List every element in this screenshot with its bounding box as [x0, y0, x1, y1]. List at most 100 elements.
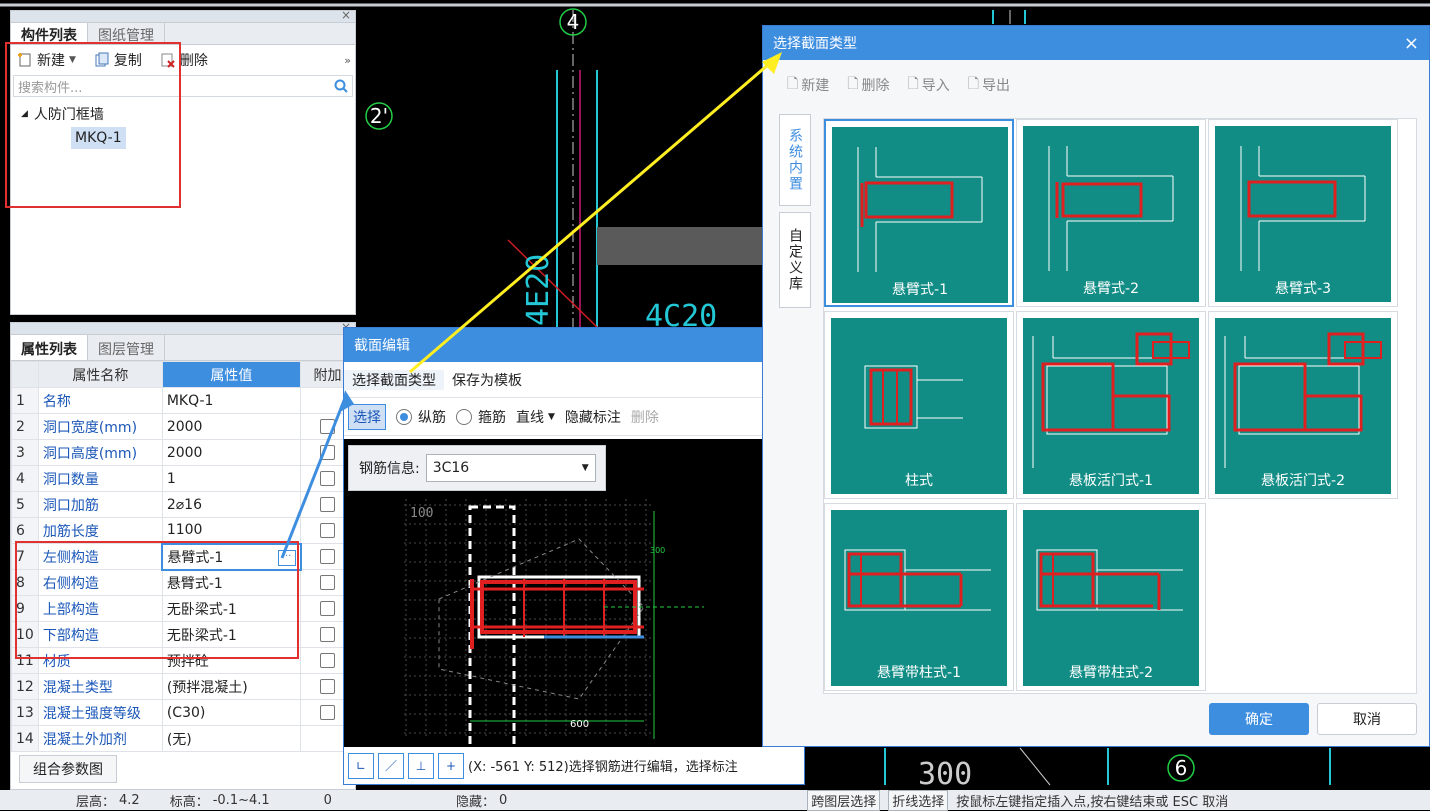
- side-tab-custom[interactable]: 自定义库: [779, 212, 811, 308]
- checkbox[interactable]: [320, 419, 335, 434]
- cross-layer-button[interactable]: 跨图层选择: [807, 789, 881, 811]
- card-cantilever-column-1[interactable]: 悬臂带柱式-1: [824, 503, 1014, 691]
- table-row[interactable]: 11 材质 预拌砼: [11, 647, 355, 674]
- more-icon[interactable]: »: [344, 54, 351, 67]
- tab-drawing-management[interactable]: 图纸管理: [88, 23, 165, 44]
- table-row[interactable]: 13 混凝土强度等级 (C30): [11, 699, 355, 726]
- checkbox[interactable]: [320, 523, 335, 538]
- search-placeholder: 搜索构件...: [18, 80, 83, 96]
- dialog-export-button[interactable]: 🗋 导出: [968, 73, 1010, 97]
- combo-param-button[interactable]: 组合参数图: [19, 755, 117, 783]
- snap-perp-icon[interactable]: ⊥: [408, 752, 434, 779]
- search-icon[interactable]: [334, 79, 348, 93]
- checkbox[interactable]: [320, 445, 335, 460]
- table-row[interactable]: 10 下部构造 无卧梁式-1: [11, 621, 355, 648]
- tab-property-list[interactable]: 属性列表: [11, 335, 88, 360]
- card-column[interactable]: 柱式: [824, 311, 1014, 499]
- dialog-delete-button[interactable]: 🗋 删除: [847, 73, 889, 97]
- export-icon: 🗋: [967, 76, 980, 92]
- tab-component-list[interactable]: 构件列表: [11, 23, 88, 44]
- row-value[interactable]: 1: [161, 465, 302, 492]
- row-value[interactable]: 2000: [161, 413, 302, 440]
- checkbox[interactable]: [320, 601, 335, 616]
- chevron-down-icon[interactable]: ▼: [69, 55, 76, 65]
- table-row[interactable]: 1 名称 MKQ-1: [11, 387, 355, 414]
- long-rebar-radio[interactable]: 纵筋: [396, 407, 446, 427]
- tree-group[interactable]: ◢ 人防门框墙: [21, 101, 355, 127]
- dialog-import-button[interactable]: 🗋 导入: [908, 73, 950, 97]
- section-edit-title[interactable]: 截面编辑: [344, 328, 804, 362]
- row-value[interactable]: 1100: [161, 517, 302, 544]
- copy-button[interactable]: 复制: [94, 50, 142, 70]
- dialog-titlebar[interactable]: 选择截面类型 ×: [763, 26, 1429, 60]
- checkbox[interactable]: [320, 653, 335, 668]
- tree-item-mkq-1[interactable]: MKQ-1: [71, 127, 126, 149]
- row-value[interactable]: MKQ-1: [161, 387, 302, 414]
- stirrup-radio[interactable]: 箍筋: [456, 407, 506, 427]
- ok-button[interactable]: 确定: [1209, 703, 1309, 735]
- polyline-button[interactable]: 折线选择: [888, 789, 949, 811]
- card-cantilever-2[interactable]: 悬臂式-2: [1016, 119, 1206, 307]
- checkbox[interactable]: [320, 575, 335, 590]
- hide-annotation-button[interactable]: 隐藏标注: [565, 407, 621, 427]
- table-row[interactable]: 14 混凝土外加剂 (无): [11, 725, 355, 752]
- hidden-label: 隐藏：: [455, 794, 495, 810]
- row-value[interactable]: 2⌀16: [161, 491, 302, 518]
- cancel-button[interactable]: 取消: [1317, 703, 1417, 735]
- select-section-type-menu[interactable]: 选择截面类型: [344, 369, 444, 390]
- checkbox[interactable]: [320, 497, 335, 512]
- panel-drag-strip[interactable]: ×: [11, 8, 355, 23]
- row-value[interactable]: 2000: [161, 439, 302, 466]
- table-row[interactable]: 8 右侧构造 悬臂式-1: [11, 569, 355, 596]
- close-icon[interactable]: ×: [341, 8, 351, 22]
- card-hanging-door-2[interactable]: 悬板活门式-2: [1208, 311, 1398, 499]
- delete-tool-button[interactable]: 删除: [631, 407, 659, 427]
- card-cantilever-1[interactable]: 悬臂式-1: [824, 119, 1014, 307]
- header-value[interactable]: 属性值: [161, 361, 302, 388]
- new-button[interactable]: 新建 ▼: [17, 50, 76, 70]
- checkbox[interactable]: [320, 471, 335, 486]
- tab-layer-management[interactable]: 图层管理: [88, 335, 165, 360]
- card-cantilever-3[interactable]: 悬臂式-3: [1208, 119, 1398, 307]
- table-row[interactable]: 9 上部构造 无卧梁式-1: [11, 595, 355, 622]
- row-value[interactable]: 悬臂式-1: [161, 569, 302, 596]
- row-value[interactable]: (C30): [161, 699, 302, 726]
- table-row[interactable]: 3 洞口高度(mm) 2000: [11, 439, 355, 466]
- line-dropdown[interactable]: 直线 ▼: [516, 407, 555, 427]
- checkbox[interactable]: [320, 549, 336, 564]
- row-value[interactable]: 无卧梁式-1: [161, 595, 302, 622]
- side-tab-builtin[interactable]: 系统内置: [779, 114, 811, 206]
- row-value[interactable]: 无卧梁式-1: [161, 621, 302, 648]
- rebar-info-select[interactable]: 3C16 ▼: [425, 454, 596, 482]
- panel-drag-strip-2[interactable]: ×: [11, 320, 355, 335]
- table-row[interactable]: 12 混凝土类型 (预拌混凝土): [11, 673, 355, 700]
- table-row[interactable]: 4 洞口数量 1: [11, 465, 355, 492]
- row-value[interactable]: (预拌混凝土): [161, 673, 302, 700]
- delete-button[interactable]: 删除: [160, 50, 208, 70]
- card-hanging-door-1[interactable]: 悬板活门式-1: [1016, 311, 1206, 499]
- select-tool-button[interactable]: 选择: [348, 403, 386, 430]
- dialog-new-button[interactable]: 🗋 新建: [787, 73, 829, 97]
- checkbox[interactable]: [320, 705, 335, 720]
- copy-icon: [95, 52, 109, 67]
- row-value[interactable]: 预拌砼: [161, 647, 302, 674]
- table-row[interactable]: 6 加筋长度 1100: [11, 517, 355, 544]
- side-tab-custom-label: 自定义库: [787, 228, 803, 292]
- table-row[interactable]: 7 左侧构造 悬臂式-1 ···: [11, 542, 355, 571]
- card-cantilever-column-2[interactable]: 悬臂带柱式-2: [1016, 503, 1206, 691]
- polar-icon[interactable]: ／: [378, 752, 404, 779]
- close-icon[interactable]: ×: [1404, 33, 1419, 54]
- row-value[interactable]: 悬臂式-1 ···: [161, 542, 302, 571]
- checkbox[interactable]: [320, 627, 335, 642]
- save-as-template-menu[interactable]: 保存为模板: [444, 370, 530, 390]
- ellipsis-button[interactable]: ···: [277, 549, 296, 566]
- row-value[interactable]: (无): [161, 725, 302, 752]
- section-edit-menu: 选择截面类型 保存为模板: [344, 362, 804, 398]
- tree-expand-icon[interactable]: ◢: [21, 109, 28, 119]
- table-row[interactable]: 2 洞口宽度(mm) 2000: [11, 413, 355, 440]
- search-input[interactable]: 搜索构件...: [13, 75, 353, 97]
- checkbox[interactable]: [320, 679, 335, 694]
- table-row[interactable]: 5 洞口加筋 2⌀16: [11, 491, 355, 518]
- insert-point-icon[interactable]: +: [438, 752, 464, 779]
- ortho-icon[interactable]: ∟: [348, 752, 374, 779]
